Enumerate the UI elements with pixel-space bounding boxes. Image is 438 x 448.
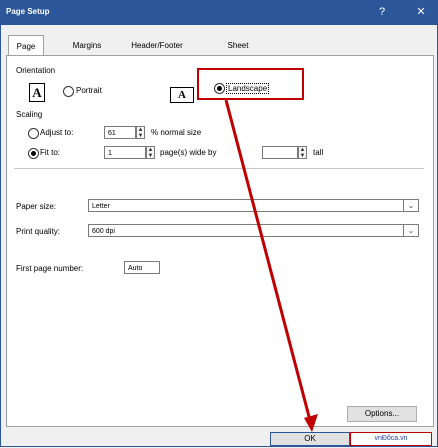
watermark-logo: vnĐôca.vn	[350, 432, 432, 446]
annotation-arrow	[224, 99, 318, 432]
